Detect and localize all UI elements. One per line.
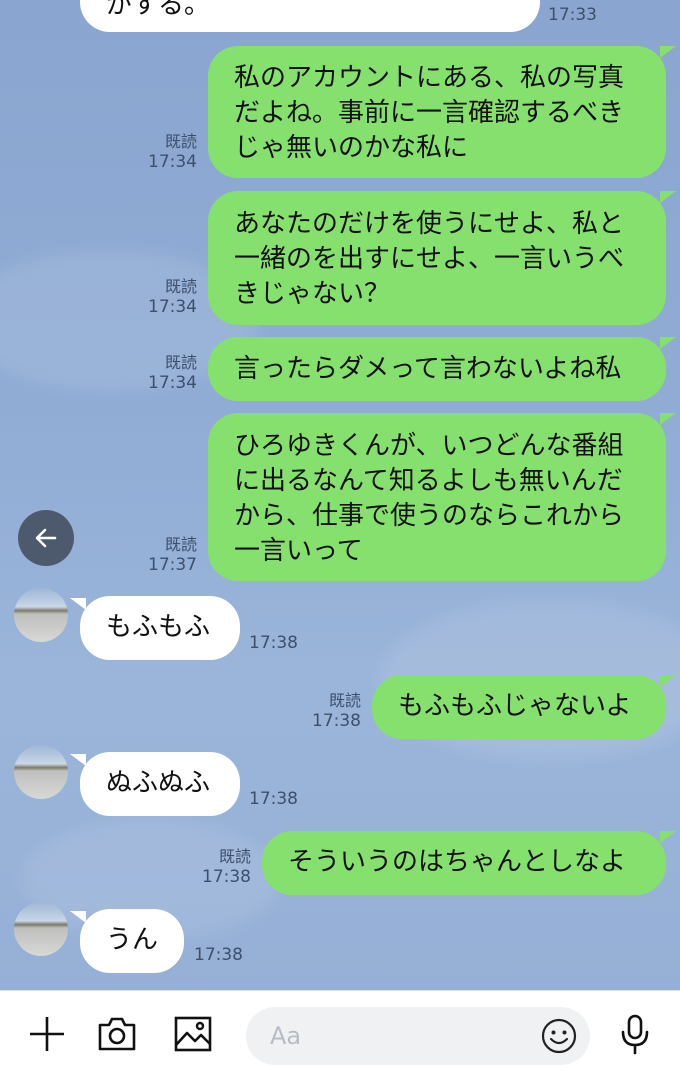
message-bubble-incoming[interactable]: ぬふぬふ — [80, 752, 240, 816]
image-button[interactable] — [170, 1011, 216, 1057]
message-input-field[interactable] — [246, 1007, 590, 1065]
message-line: 言ったらダメって言わないよね私 — [234, 354, 622, 384]
read-receipt: 既読 — [164, 277, 197, 296]
message-line: ひろゆきくんが、いつどんな番組 — [234, 431, 624, 461]
message-bubble-outgoing[interactable]: そういうのはちゃんとしなよ — [262, 831, 666, 895]
bubble-tail — [660, 337, 676, 349]
message-bubble-incoming[interactable]: うん — [80, 909, 184, 973]
message-time: 17:38 — [249, 789, 298, 809]
avatar[interactable] — [14, 745, 68, 799]
message-line: 私のアカウントにある、私の写真 — [234, 63, 625, 93]
message-text: もふもふじゃないよ — [398, 691, 632, 721]
message-text: がする。 — [106, 0, 211, 20]
plus-icon — [30, 1017, 64, 1051]
back-button[interactable] — [18, 510, 74, 566]
message-time: 17:38 — [312, 711, 361, 731]
bubble-tail — [660, 46, 676, 58]
message-meta: 既読 17:34 — [130, 131, 197, 173]
message-line: だよね。事前に一言確認するべき — [234, 98, 625, 128]
message-text: ぬふぬふ — [106, 768, 211, 798]
message-time: 17:34 — [148, 152, 197, 172]
message-time: 17:34 — [148, 297, 197, 317]
message-time: 17:38 — [202, 867, 251, 887]
add-button[interactable] — [24, 1011, 70, 1057]
message-line: から、仕事で使うのならこれから — [234, 501, 625, 531]
message-input-bar — [0, 990, 680, 1080]
message-bubble-outgoing[interactable]: 私のアカウントにある、私の写真 だよね。事前に一言確認するべき じゃ無いのかな私… — [208, 46, 666, 178]
message-line: あなたのだけを使うにせよ、私と — [234, 209, 625, 239]
message-bubble-outgoing[interactable]: ひろゆきくんが、いつどんな番組 に出るなんて知るよしも無いんだ から、仕事で使う… — [208, 413, 666, 581]
emoji-button[interactable] — [540, 1017, 578, 1055]
message-meta: 既読 17:34 — [130, 352, 197, 394]
message-time: 17:38 — [249, 633, 298, 653]
read-receipt: 既読 — [328, 691, 361, 710]
bubble-tail — [660, 413, 676, 425]
message-time: 17:38 — [194, 945, 243, 965]
camera-icon — [98, 1017, 136, 1051]
message-time: 17:33 — [548, 5, 597, 25]
bubble-tail — [70, 911, 86, 923]
read-receipt: 既読 — [164, 353, 197, 372]
read-receipt: 既読 — [164, 535, 197, 554]
message-meta: 既読 17:38 — [294, 690, 361, 732]
bubble-tail — [660, 675, 676, 687]
message-bubble-outgoing[interactable]: あなたのだけを使うにせよ、私と 一緒のを出すにせよ、一言いうべ きじゃない？ — [208, 191, 666, 325]
message-meta: 既読 17:38 — [184, 846, 251, 888]
message-time: 17:37 — [148, 555, 197, 575]
camera-button[interactable] — [94, 1011, 140, 1057]
message-line: に出るなんて知るよしも無いんだ — [234, 466, 623, 496]
bubble-tail — [660, 831, 676, 843]
smiley-icon — [541, 1018, 577, 1054]
message-bubble-incoming[interactable]: もふもふ — [80, 596, 240, 660]
message-text: そういうのはちゃんとしなよ — [288, 847, 627, 877]
avatar[interactable] — [14, 588, 68, 642]
message-line: じゃ無いのかな私に — [234, 133, 469, 163]
avatar[interactable] — [14, 902, 68, 956]
bubble-tail — [70, 754, 86, 766]
bubble-tail — [660, 191, 676, 203]
message-meta: 既読 17:34 — [130, 276, 197, 318]
microphone-button[interactable] — [612, 1011, 658, 1057]
read-receipt: 既読 — [164, 132, 197, 151]
message-meta: 既読 17:37 — [130, 534, 197, 576]
message-bubble-outgoing[interactable]: もふもふじゃないよ — [372, 675, 666, 739]
message-text: もふもふ — [106, 612, 211, 642]
read-receipt: 既読 — [218, 847, 251, 866]
message-line: 一緒のを出すにせよ、一言いうべ — [234, 244, 625, 274]
arrow-left-icon — [35, 528, 57, 548]
image-icon — [174, 1016, 212, 1052]
message-bubble-outgoing[interactable]: 言ったらダメって言わないよね私 — [208, 337, 666, 401]
message-line: 一言いって — [234, 536, 363, 566]
message-text: うん — [106, 925, 159, 955]
microphone-icon — [621, 1014, 649, 1055]
message-input[interactable] — [270, 1007, 530, 1065]
bubble-tail — [70, 598, 86, 610]
message-bubble-incoming[interactable]: がする。 — [80, 0, 540, 32]
message-time: 17:34 — [148, 373, 197, 393]
message-line: きじゃない？ — [234, 279, 391, 309]
